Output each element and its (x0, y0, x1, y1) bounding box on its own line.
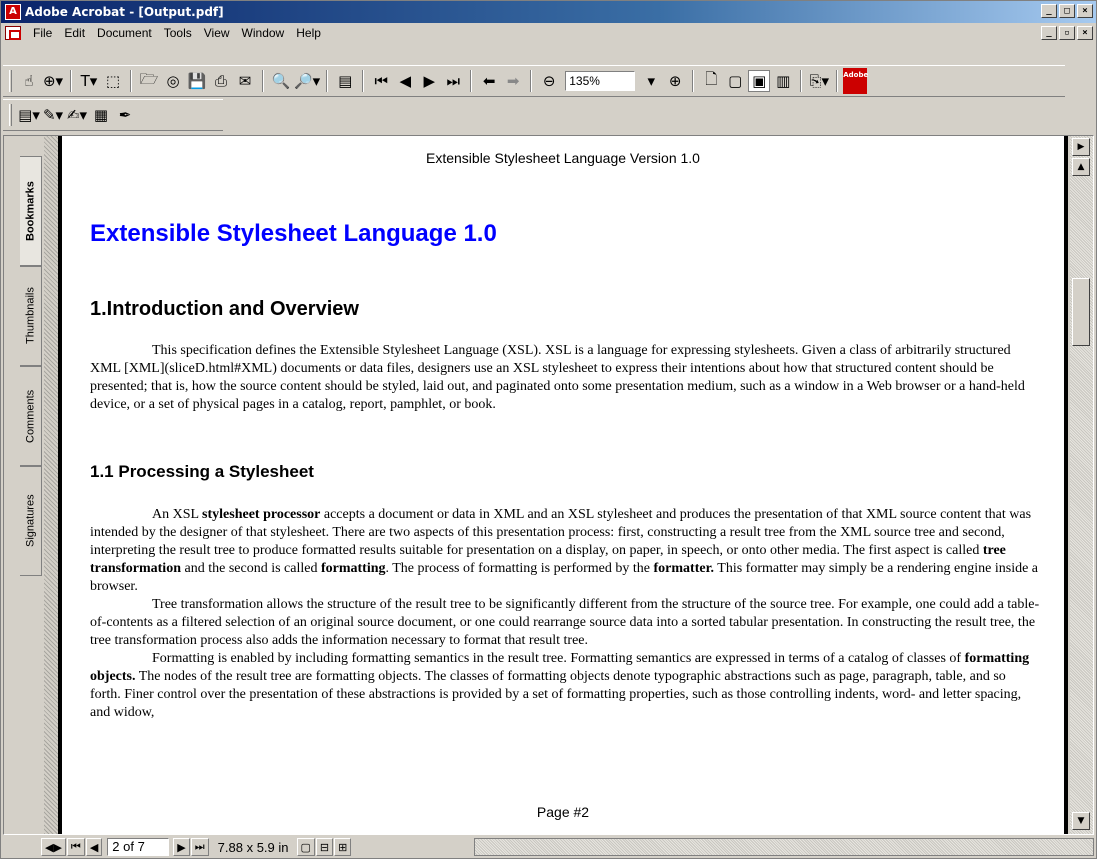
processing-paragraphs: An XSL stylesheet processor accepts a do… (90, 506, 1040, 722)
first-page-status-icon[interactable]: ⏮ (66, 838, 85, 856)
document-icon[interactable] (5, 26, 21, 40)
next-page-status-icon[interactable]: ▶ (173, 838, 190, 856)
zoom-out-icon[interactable]: ⊖ (538, 70, 560, 92)
hand-tool-icon[interactable]: ☝ (18, 70, 40, 92)
menu-help[interactable]: Help (290, 26, 327, 40)
email-icon[interactable]: ✉ (234, 70, 256, 92)
fit-width-icon[interactable]: ▣ (748, 70, 771, 92)
zoom-tool-icon[interactable]: ⊕▾ (42, 70, 64, 92)
menu-edit[interactable]: Edit (58, 26, 91, 40)
highlight-tool-icon[interactable]: ✍▾ (66, 104, 88, 126)
pencil-tool-icon[interactable]: ✎▾ (42, 104, 64, 126)
menu-tools[interactable]: Tools (158, 26, 198, 40)
open-web-icon[interactable]: ◎ (162, 70, 184, 92)
save-icon[interactable]: 💾 (186, 70, 208, 92)
vertical-scrollbar[interactable]: ▶ ▲ ▼ (1070, 136, 1093, 834)
toggle-nav-pane-icon[interactable]: ◀▶ (41, 838, 66, 856)
navigation-panel: Bookmarks Thumbnails Comments Signatures (4, 136, 44, 834)
adobe-logo-label: Adobe (843, 71, 869, 79)
page-footer: Page #2 (536, 804, 590, 820)
fit-page-icon[interactable]: ▢ (724, 70, 746, 92)
menu-window[interactable]: Window (236, 26, 291, 40)
paragraph-text: This specification defines the Extensibl… (90, 343, 1025, 412)
minimize-button[interactable]: _ (1041, 4, 1057, 18)
go-forward-icon[interactable]: ➡ (502, 70, 524, 92)
pdf-page: Extensible Stylesheet Language Version 1… (58, 136, 1068, 834)
zoom-dropdown-icon[interactable]: ▾ (640, 70, 662, 92)
menu-document[interactable]: Document (91, 26, 158, 40)
fit-visible-icon[interactable]: ▥ (772, 70, 794, 92)
page-layout-arrow-icon[interactable]: ▶ (1072, 138, 1090, 156)
scroll-down-icon[interactable]: ▼ (1072, 812, 1090, 830)
menu-bar: File Edit Document Tools View Window Hel… (1, 23, 1096, 43)
facing-pages-icon[interactable]: ⊞ (334, 838, 352, 856)
panel-splitter[interactable] (44, 136, 58, 834)
paragraph-processor: An XSL stylesheet processor accepts a do… (90, 507, 1039, 594)
title-bar: A Adobe Acrobat - [Output.pdf] _ □ × (1, 1, 1096, 23)
spell-check-icon[interactable]: ▦ (90, 104, 112, 126)
rotate-view-icon[interactable]: ⎘▾ (808, 70, 830, 92)
menu-file[interactable]: File (27, 26, 58, 40)
paragraph-formatting: Formatting is enabled by including forma… (90, 651, 1030, 720)
scroll-thumb[interactable] (1072, 278, 1090, 346)
window-title: Adobe Acrobat - [Output.pdf] (25, 5, 224, 19)
tab-signatures[interactable]: Signatures (20, 466, 42, 576)
main-toolbar: ☝ ⊕▾ T▾ ⬚ 🗁 ◎ 💾 ⎙ ✉ 🔍 🔎▾ ▤ ⏮ ◀ ▶ ⏭ ⬅ ➡ ⊖… (3, 65, 1065, 97)
doc-close-button[interactable]: × (1077, 26, 1093, 40)
page-size-indicator: 7.88 x 5.9 in (217, 839, 289, 855)
section-heading-processing: 1.1 Processing a Stylesheet (90, 462, 314, 481)
next-page-icon[interactable]: ▶ (418, 70, 440, 92)
scroll-up-icon[interactable]: ▲ (1072, 158, 1090, 176)
acrobat-window: A Adobe Acrobat - [Output.pdf] _ □ × Fil… (0, 0, 1097, 859)
tab-bookmarks[interactable]: Bookmarks (20, 156, 42, 266)
find-icon[interactable]: 🔍 (270, 70, 292, 92)
actual-size-icon[interactable]: 🗋 (700, 70, 722, 92)
prev-page-status-icon[interactable]: ◀ (85, 838, 103, 856)
navigation-pane-icon[interactable]: ▤ (334, 70, 356, 92)
zoom-in-icon[interactable]: ⊕ (664, 70, 686, 92)
go-back-icon[interactable]: ⬅ (478, 70, 500, 92)
continuous-page-icon[interactable]: ⊟ (315, 838, 334, 856)
print-icon[interactable]: ⎙ (210, 70, 232, 92)
close-button[interactable]: × (1077, 4, 1093, 18)
horizontal-scrollbar[interactable] (474, 838, 1094, 856)
maximize-button[interactable]: □ (1059, 4, 1075, 18)
tab-comments[interactable]: Comments (20, 366, 42, 466)
page-number-field[interactable]: 2 of 7 (107, 838, 170, 856)
acrobat-app-icon: A (5, 4, 21, 20)
first-page-icon[interactable]: ⏮ (370, 70, 392, 92)
document-title: Extensible Stylesheet Language 1.0 (90, 220, 497, 247)
menu-view[interactable]: View (198, 26, 236, 40)
zoom-level-field[interactable]: 135% (565, 71, 636, 91)
text-select-tool-icon[interactable]: T▾ (78, 70, 100, 92)
document-area: Bookmarks Thumbnails Comments Signatures… (3, 135, 1094, 835)
tab-thumbnails[interactable]: Thumbnails (20, 266, 42, 366)
paragraph-tree-transformation: Tree transformation allows the structure… (90, 597, 1040, 648)
note-tool-icon[interactable]: ▤▾ (18, 104, 40, 126)
last-page-status-icon[interactable]: ⏭ (190, 838, 209, 856)
search-icon[interactable]: 🔎▾ (294, 70, 320, 92)
doc-minimize-button[interactable]: _ (1041, 26, 1057, 40)
section-heading-introduction: 1.Introduction and Overview (90, 298, 359, 320)
comment-toolbar: ▤▾ ✎▾ ✍▾ ▦ ✒ (3, 99, 223, 131)
previous-page-icon[interactable]: ◀ (394, 70, 416, 92)
adobe-logo[interactable]: Adobe (843, 68, 869, 94)
running-header: Extensible Stylesheet Language Version 1… (426, 150, 700, 166)
doc-restore-button[interactable]: ▫ (1059, 26, 1075, 40)
single-page-icon[interactable]: ▢ (296, 838, 315, 856)
last-page-icon[interactable]: ⏭ (442, 70, 464, 92)
open-file-icon[interactable]: 🗁 (138, 70, 160, 92)
graphics-select-icon[interactable]: ⬚ (102, 70, 124, 92)
status-bar: ◀▶ ⏮ ◀ 2 of 7 ▶ ⏭ 7.88 x 5.9 in ▢ ⊟ ⊞ (3, 837, 1094, 857)
introduction-paragraph: This specification defines the Extensibl… (90, 342, 1040, 414)
signature-tool-icon[interactable]: ✒ (114, 104, 136, 126)
